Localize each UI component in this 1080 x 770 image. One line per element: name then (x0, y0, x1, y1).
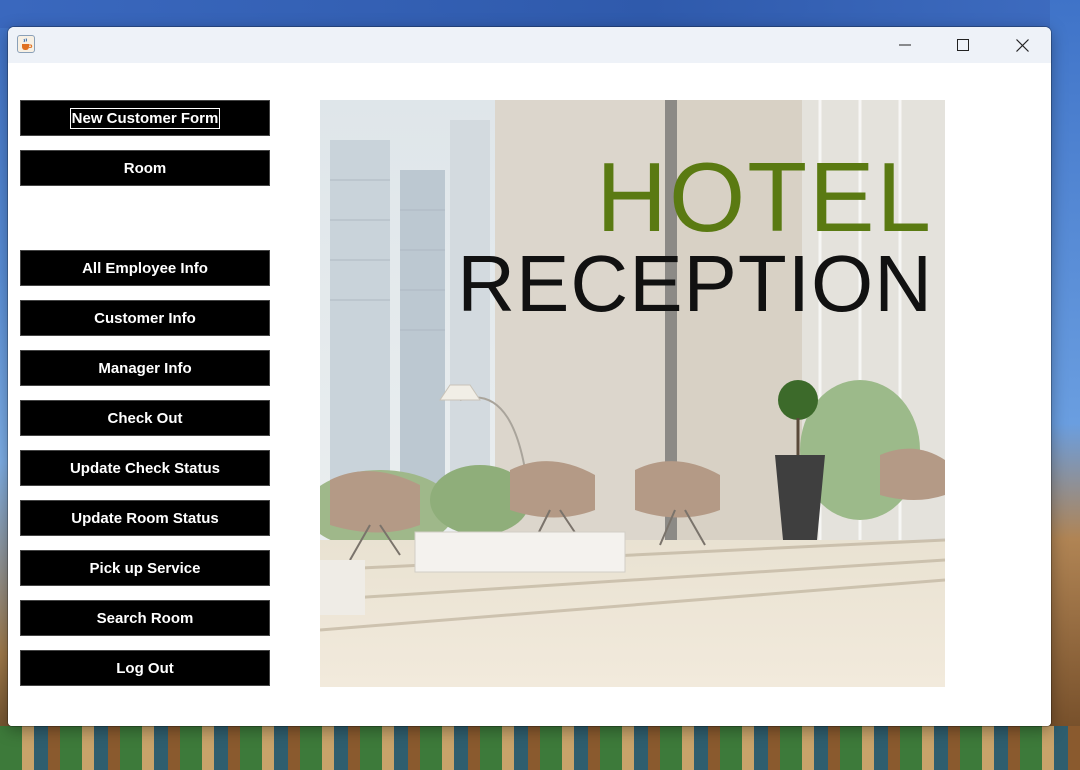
desktop-wallpaper-bottom (0, 726, 1080, 770)
new-customer-form-label: New Customer Form (69, 107, 221, 129)
log-out-label: Log Out (116, 659, 174, 677)
manager-info-button[interactable]: Manager Info (20, 350, 270, 386)
search-room-button[interactable]: Search Room (20, 600, 270, 636)
hero-hotel-text: HOTEL (596, 142, 933, 252)
new-customer-form-button[interactable]: New Customer Form (20, 100, 270, 136)
title-bar[interactable] (8, 27, 1051, 63)
customer-info-button[interactable]: Customer Info (20, 300, 270, 336)
java-cup-icon (17, 35, 35, 53)
manager-info-label: Manager Info (98, 359, 192, 377)
main-content: New Customer Form Room All Employee Info… (8, 63, 1051, 726)
check-out-button[interactable]: Check Out (20, 400, 270, 436)
hero-reception-text: RECEPTION (457, 239, 933, 328)
pick-up-service-button[interactable]: Pick up Service (20, 550, 270, 586)
customer-info-label: Customer Info (94, 309, 196, 327)
desktop-wallpaper-top (0, 0, 1080, 28)
minimize-icon (899, 44, 911, 46)
hero-title: HOTEL RECEPTION (320, 100, 945, 687)
update-check-status-button[interactable]: Update Check Status (20, 450, 270, 486)
room-label: Room (123, 159, 167, 177)
update-room-status-label: Update Room Status (71, 509, 219, 527)
all-employee-info-button[interactable]: All Employee Info (20, 250, 270, 286)
room-button[interactable]: Room (20, 150, 270, 186)
app-window: New Customer Form Room All Employee Info… (8, 27, 1051, 726)
minimize-button[interactable] (876, 27, 934, 63)
search-room-label: Search Room (96, 609, 194, 627)
update-check-status-label: Update Check Status (69, 459, 221, 477)
maximize-icon (957, 39, 969, 51)
all-employee-info-label: All Employee Info (82, 259, 208, 277)
log-out-button[interactable]: Log Out (20, 650, 270, 686)
check-out-label: Check Out (107, 409, 183, 427)
close-icon (1015, 38, 1029, 52)
hotel-reception-image: HOTEL RECEPTION (320, 100, 945, 687)
maximize-button[interactable] (934, 27, 992, 63)
pick-up-service-label: Pick up Service (89, 559, 201, 577)
desktop-wallpaper-right (1050, 0, 1080, 770)
close-button[interactable] (993, 27, 1051, 63)
update-room-status-button[interactable]: Update Room Status (20, 500, 270, 536)
